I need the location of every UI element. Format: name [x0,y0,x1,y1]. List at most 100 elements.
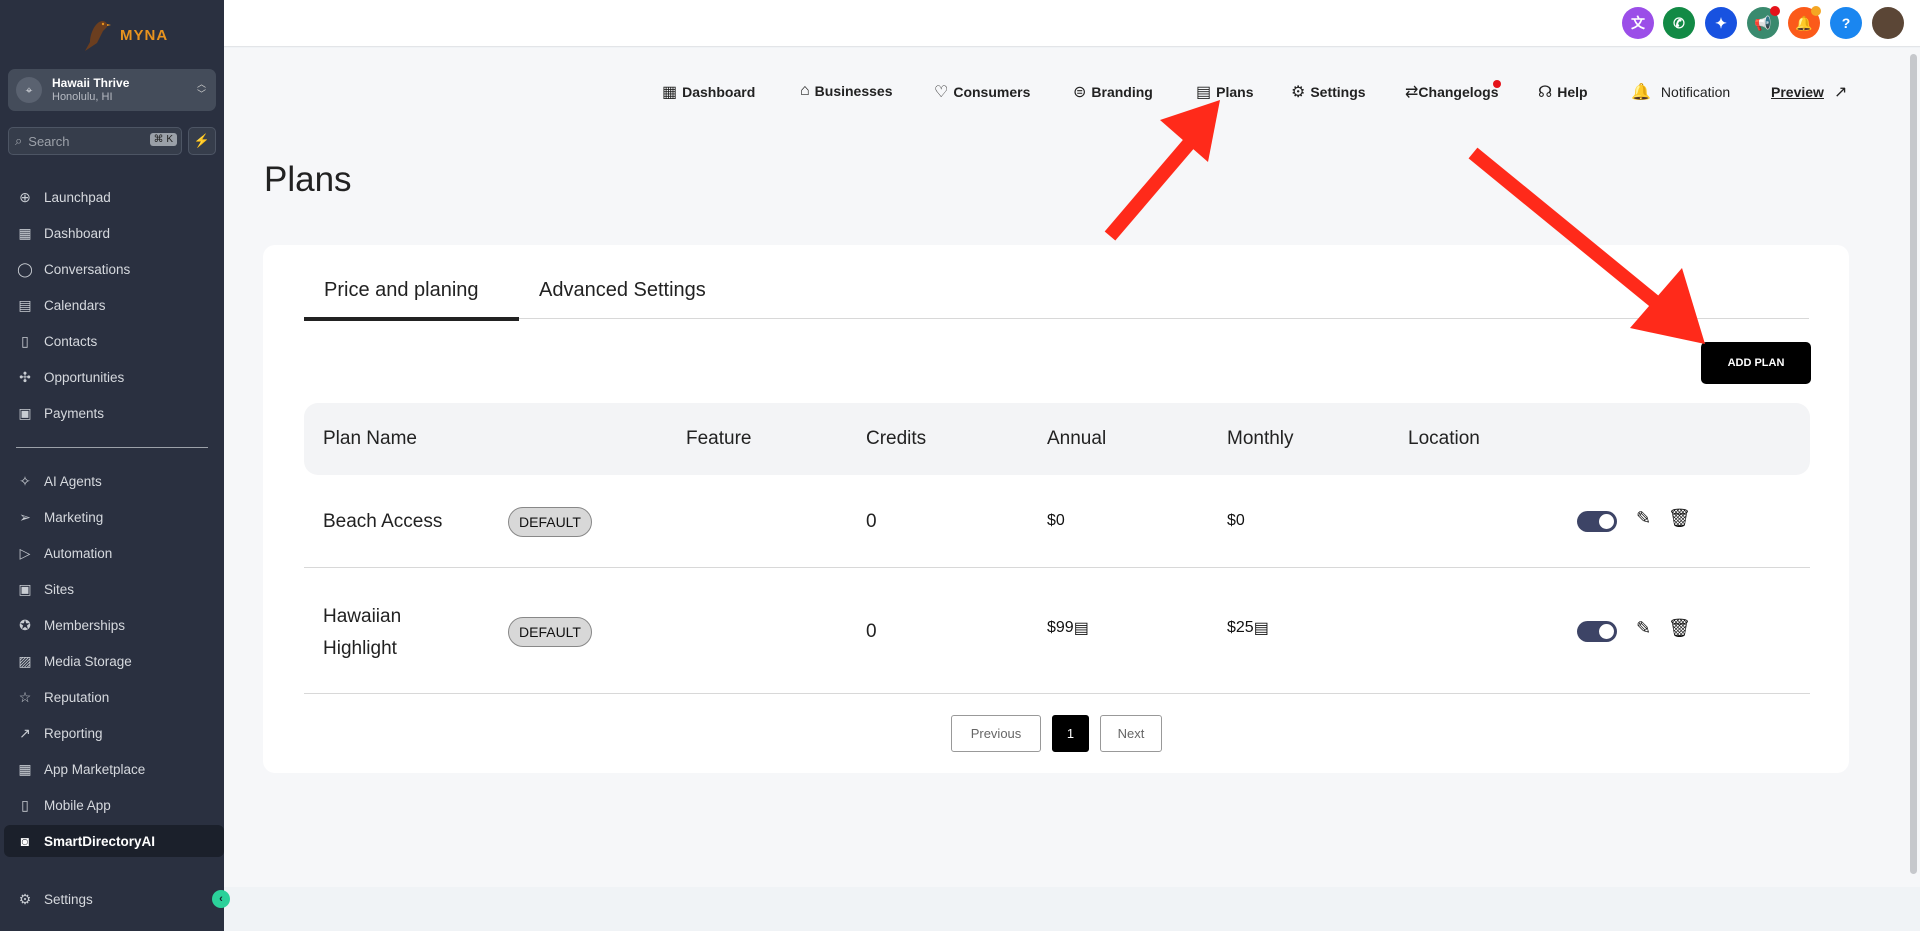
nav-label: Settings [1310,84,1366,100]
nav-plans[interactable]: ▤ Plans [1196,82,1253,102]
trash-icon[interactable]: 🗑 [1668,618,1691,639]
sidebar-item-memberships[interactable]: ✪ Memberships [4,609,224,641]
sidebar-item-opportunities[interactable]: ✣ Opportunities [4,361,224,393]
swap-arrows-icon: ⇄ [1405,84,1419,101]
sidebar-item-ai-agents[interactable]: ✧ AI Agents [4,465,224,497]
nav-label: Businesses [814,83,893,99]
credits: 0 [866,621,877,642]
lightning-icon: ⚡ [193,133,211,148]
sidebar-item-label: Sites [44,581,75,597]
collapse-sidebar-button[interactable]: ‹ [212,890,230,908]
nav-settings[interactable]: ⚙ Settings [1291,82,1366,102]
gear-icon: ⚙ [1291,84,1306,101]
default-badge: DEFAULT [508,507,592,537]
tab-advanced-settings[interactable]: Advanced Settings [539,279,706,318]
notification-dot [1770,6,1780,16]
tab-bar: Price and planing Advanced Settings [304,245,1809,321]
nav-changelogs[interactable]: ⇄ Changelogs [1405,80,1507,102]
sidebar-item-label: Reporting [44,725,103,741]
column-monthly: Monthly [1227,428,1294,449]
note-icon[interactable]: ▤ [1074,618,1089,638]
avatar[interactable] [1872,7,1904,39]
sidebar-item-calendars[interactable]: ▤ Calendars [4,289,224,321]
sidebar-item-sites[interactable]: ▣ Sites [4,573,224,605]
annual-price: $0 [1047,512,1065,529]
sidebar-item-reputation[interactable]: ☆ Reputation [4,681,224,713]
account-switcher[interactable]: ⌖ Hawaii Thrive Honolulu, HI ︿ ﹀ [8,69,216,111]
page-1-button[interactable]: 1 [1052,715,1089,752]
sidebar-item-smartdirectoryai[interactable]: ◙ SmartDirectoryAI [4,825,224,857]
nav-label: Consumers [953,84,1031,100]
nav-branding[interactable]: ⊜ Branding [1073,82,1153,102]
nav-label: Notification [1660,84,1731,100]
sidebar-item-media-storage[interactable]: ▨ Media Storage [4,645,224,677]
quick-action-button[interactable]: ⚡ [188,127,216,155]
sidebar-item-automation[interactable]: ▷ Automation [4,537,224,569]
scrollbar[interactable] [1906,48,1920,887]
sidebar-item-dashboard[interactable]: ▦ Dashboard [4,217,224,249]
sparkle-icon[interactable]: ✦ [1705,7,1737,39]
mobile-icon: ▯ [21,796,29,813]
gear-icon: ⚙ [18,890,32,907]
nav-label: Preview [1771,84,1824,100]
table-header: Plan Name Feature Credits Annual Monthly… [304,403,1810,475]
location-pin-icon: ⌖ [16,77,42,103]
translate-icon[interactable]: 文 [1622,7,1654,39]
credits: 0 [866,511,877,532]
next-page-button[interactable]: Next [1100,715,1162,752]
megaphone-icon[interactable]: 📢 [1747,6,1780,39]
search-input[interactable]: ⌕ Search ⌘ K [8,127,182,155]
sidebar-item-label: App Marketplace [44,761,146,777]
sidebar-item-launchpad[interactable]: ⊕ Launchpad [4,181,224,213]
sidebar-item-label: Launchpad [44,189,111,205]
sidebar: MYNA ⌖ Hawaii Thrive Honolulu, HI ︿ ﹀ ⌕ Sea… [0,0,230,931]
sidebar-item-marketing[interactable]: ➢ Marketing [4,501,224,533]
bell-icon[interactable]: 🔔 [1788,6,1821,39]
sidebar-item-label: SmartDirectoryAI [44,833,156,849]
table-row: Beach Access DEFAULT 0 $0 $0 ✎ 🗑 [304,475,1810,568]
award-icon: ✪ [19,616,31,633]
contacts-icon: ▯ [21,332,29,349]
sidebar-item-label: Automation [44,545,113,561]
plans-icon: ▤ [1196,84,1212,101]
sidebar-item-payments[interactable]: ▣ Payments [4,397,224,429]
note-icon[interactable]: ▤ [1254,618,1269,638]
send-icon: ➢ [19,508,31,525]
sidebar-item-label: Settings [44,891,93,907]
nav-preview[interactable]: Preview ↗ [1771,82,1847,102]
tab-price-and-planing[interactable]: Price and planing [304,279,519,321]
sidebar-item-mobile-app[interactable]: ▯ Mobile App [4,789,224,821]
nav-dashboard[interactable]: ▦ Dashboard [662,82,755,102]
nav-consumers[interactable]: ♡ Consumers [934,82,1030,102]
edit-pencil-icon[interactable]: ✎ [1636,618,1651,639]
sidebar-item-label: Dashboard [44,225,111,241]
nav-label: Changelogs [1418,84,1499,100]
plan-name: Beach Access [323,511,443,532]
sidebar-item-reporting[interactable]: ↗ Reporting [4,717,224,749]
sidebar-item-contacts[interactable]: ▯ Contacts [4,325,224,357]
notification-dot [1811,6,1821,16]
nav-notification[interactable]: 🔔 Notification [1631,82,1730,102]
phone-icon[interactable]: ✆ [1663,7,1695,39]
image-icon: ▨ [18,652,32,669]
search-shortcut: ⌘ K [149,133,177,146]
sidebar-item-app-marketplace[interactable]: ▦ App Marketplace [4,753,224,785]
plan-enabled-toggle[interactable] [1577,511,1617,532]
nav-help[interactable]: ☊ Help [1538,82,1588,102]
sidebar-item-label: Reputation [44,689,110,705]
nav-businesses[interactable]: ⌂ Businesses [800,82,893,100]
apps-grid-icon: ▦ [18,760,32,777]
plan-enabled-toggle[interactable] [1577,621,1617,642]
sidebar-item-settings[interactable]: ⚙ Settings [4,883,224,915]
previous-page-button[interactable]: Previous [951,715,1041,752]
add-plan-button[interactable]: ADD PLAN [1701,342,1811,384]
trend-icon: ↗ [19,724,31,741]
opportunities-icon: ✣ [19,368,31,385]
bird-logo-icon [85,21,111,51]
help-icon[interactable]: ? [1830,7,1862,39]
sidebar-item-conversations[interactable]: ◯ Conversations [4,253,224,285]
trash-icon[interactable]: 🗑 [1668,508,1691,529]
search-placeholder: Search [28,133,70,149]
chat-icon: ◯ [17,260,33,277]
edit-pencil-icon[interactable]: ✎ [1636,508,1651,529]
